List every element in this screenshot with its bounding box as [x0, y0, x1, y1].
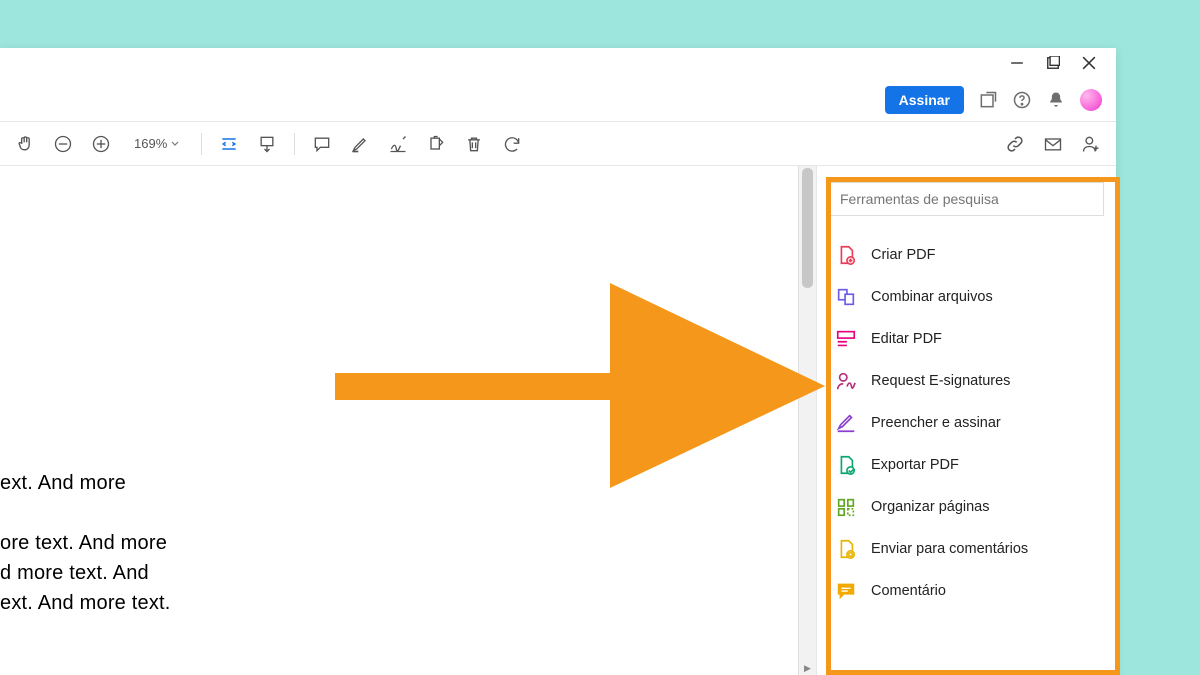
document-area[interactable]: ext. And more ore text. And more d more …: [0, 166, 798, 675]
highlight-icon[interactable]: [349, 133, 371, 155]
share-icon[interactable]: [978, 90, 998, 110]
document-text: ext. And more ore text. And more d more …: [0, 468, 171, 618]
add-person-icon[interactable]: [1080, 133, 1102, 155]
email-icon[interactable]: [1042, 133, 1064, 155]
zoom-level[interactable]: 169%: [128, 134, 185, 153]
sign-icon[interactable]: [387, 133, 409, 155]
fill-sign-icon: [835, 412, 857, 434]
fit-page-icon[interactable]: [256, 133, 278, 155]
titlebar: [0, 48, 1116, 78]
minimize-button[interactable]: [1010, 56, 1024, 70]
organize-icon: [835, 496, 857, 518]
search-input[interactable]: [829, 182, 1104, 216]
comment-icon[interactable]: [311, 133, 333, 155]
request-sign-icon: [835, 370, 857, 392]
separator: [294, 133, 295, 155]
send-comments-icon: [835, 538, 857, 560]
vertical-scrollbar[interactable]: ▶: [798, 166, 816, 675]
redo-icon[interactable]: [501, 133, 523, 155]
edit-pdf-icon: [835, 328, 857, 350]
zoom-value: 169%: [134, 136, 167, 151]
export-icon: [835, 454, 857, 476]
chevron-down-icon: [171, 141, 179, 147]
tools-panel: Criar PDF Combinar arquivos Editar PDF R…: [816, 166, 1116, 675]
tool-label: Criar PDF: [871, 247, 935, 263]
combine-icon: [835, 286, 857, 308]
topbar: Assinar: [0, 78, 1116, 122]
tool-label: Comentário: [871, 583, 946, 599]
tool-fill-sign[interactable]: Preencher e assinar: [829, 402, 1104, 444]
tool-label: Exportar PDF: [871, 457, 959, 473]
delete-icon[interactable]: [463, 133, 485, 155]
tool-comment[interactable]: Comentário: [829, 570, 1104, 612]
stamp-icon[interactable]: [425, 133, 447, 155]
separator: [201, 133, 202, 155]
hand-tool-icon[interactable]: [14, 133, 36, 155]
close-button[interactable]: [1082, 56, 1096, 70]
scrollbar-arrow-icon[interactable]: ▶: [799, 661, 816, 675]
tool-label: Request E-signatures: [871, 373, 1010, 389]
tool-create-pdf[interactable]: Criar PDF: [829, 234, 1104, 276]
tool-label: Organizar páginas: [871, 499, 990, 515]
tool-label: Combinar arquivos: [871, 289, 993, 305]
bell-icon[interactable]: [1046, 90, 1066, 110]
sign-in-button[interactable]: Assinar: [885, 86, 964, 114]
tool-label: Editar PDF: [871, 331, 942, 347]
tool-send-comments[interactable]: Enviar para comentários: [829, 528, 1104, 570]
fit-width-icon[interactable]: [218, 133, 240, 155]
help-icon[interactable]: [1012, 90, 1032, 110]
avatar[interactable]: [1080, 89, 1102, 111]
tool-organize[interactable]: Organizar páginas: [829, 486, 1104, 528]
comment-tool-icon: [835, 580, 857, 602]
tool-edit[interactable]: Editar PDF: [829, 318, 1104, 360]
tool-request-sign[interactable]: Request E-signatures: [829, 360, 1104, 402]
tool-label: Enviar para comentários: [871, 541, 1028, 557]
maximize-button[interactable]: [1046, 56, 1060, 70]
create-pdf-icon: [835, 244, 857, 266]
tool-export[interactable]: Exportar PDF: [829, 444, 1104, 486]
zoom-in-icon[interactable]: [90, 133, 112, 155]
app-window: Assinar 169% ext. And more ore text. And…: [0, 48, 1116, 675]
zoom-out-icon[interactable]: [52, 133, 74, 155]
link-icon[interactable]: [1004, 133, 1026, 155]
tool-label: Preencher e assinar: [871, 415, 1001, 431]
tool-combine[interactable]: Combinar arquivos: [829, 276, 1104, 318]
content-row: ext. And more ore text. And more d more …: [0, 166, 1116, 675]
toolbar: 169%: [0, 122, 1116, 166]
scrollbar-thumb[interactable]: [802, 168, 813, 288]
